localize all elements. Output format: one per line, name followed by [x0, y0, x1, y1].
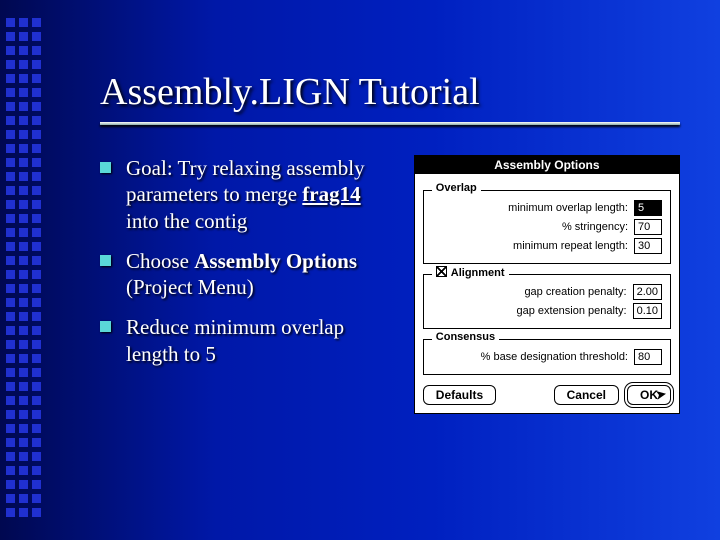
min-overlap-label: minimum overlap length: [508, 202, 628, 214]
bullet-strong: Assembly Options [194, 249, 357, 273]
bullet-text: into the contig [126, 209, 247, 233]
group-label: Consensus [432, 331, 499, 343]
bullet-text: Choose [126, 249, 194, 273]
min-repeat-input[interactable]: 30 [634, 238, 662, 254]
dialog-title: Assembly Options [415, 156, 679, 174]
min-overlap-input[interactable]: 5 [634, 200, 662, 216]
defaults-button[interactable]: Defaults [423, 385, 496, 405]
bullet-item: Reduce minimum overlap length to 5 [100, 314, 396, 367]
title-rule [100, 122, 680, 125]
gap-create-input[interactable]: 2.00 [633, 284, 662, 300]
bullet-text: (Project Menu) [126, 275, 254, 299]
alignment-checkbox-label[interactable]: Alignment [432, 266, 509, 279]
gap-ext-label: gap extension penalty: [516, 305, 626, 317]
threshold-label: % base designation threshold: [481, 351, 628, 363]
stringency-input[interactable]: 70 [634, 219, 662, 235]
stringency-label: % stringency: [562, 221, 628, 233]
bullet-item: Choose Assembly Options (Project Menu) [100, 248, 396, 301]
bullet-text: Reduce minimum overlap length to 5 [126, 315, 344, 365]
consensus-group: Consensus % base designation threshold: … [423, 339, 671, 375]
decorative-dot-column [6, 18, 46, 522]
group-label-text: Alignment [451, 267, 505, 279]
threshold-input[interactable]: 80 [634, 349, 662, 365]
overlap-group: Overlap minimum overlap length: 5 % stri… [423, 190, 671, 264]
bullet-list: Goal: Try relaxing assembly parameters t… [100, 155, 396, 414]
alignment-group: Alignment gap creation penalty: 2.00 gap… [423, 274, 671, 329]
cancel-button[interactable]: Cancel [554, 385, 619, 405]
bullet-item: Goal: Try relaxing assembly parameters t… [100, 155, 396, 234]
group-label: Overlap [432, 182, 481, 194]
gap-create-label: gap creation penalty: [524, 286, 626, 298]
assembly-options-dialog: Assembly Options Overlap minimum overlap… [414, 155, 680, 414]
slide-title: Assembly.LIGN Tutorial [100, 70, 680, 114]
bullet-emphasis: frag14 [302, 182, 360, 206]
min-repeat-label: minimum repeat length: [513, 240, 628, 252]
gap-ext-input[interactable]: 0.10 [633, 303, 662, 319]
